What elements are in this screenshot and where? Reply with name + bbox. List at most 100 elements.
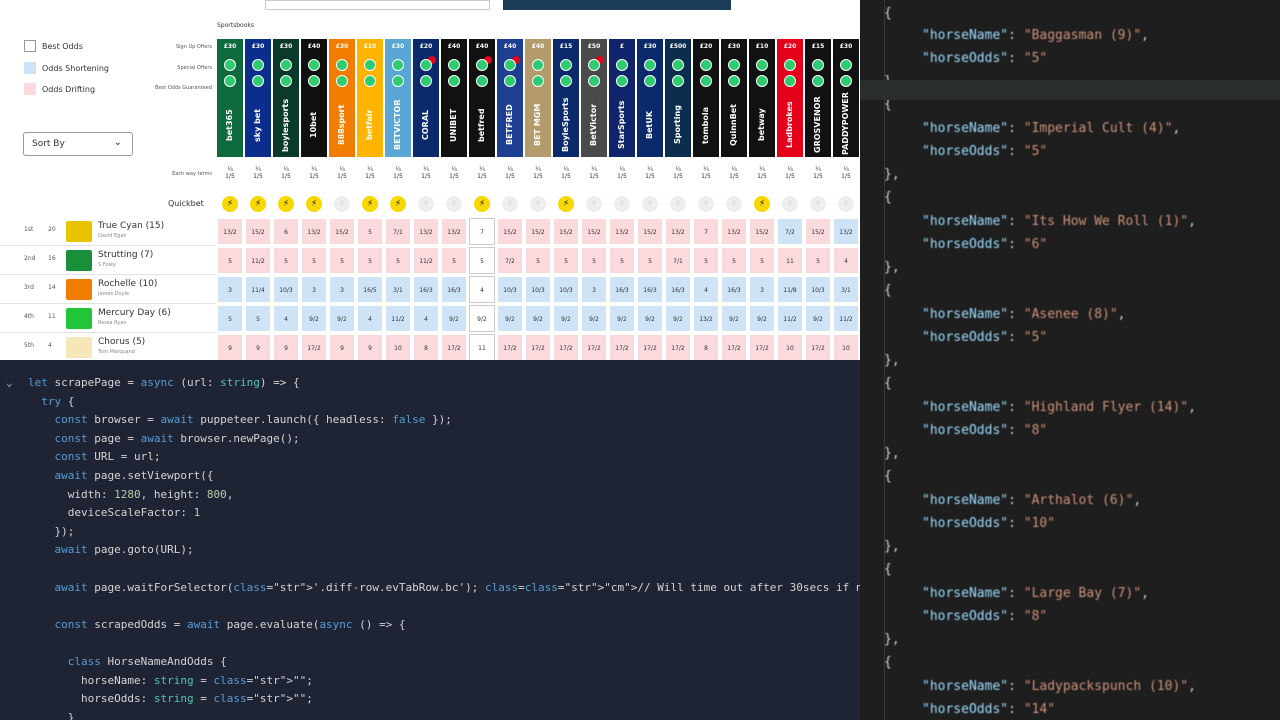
odds-cell[interactable]: 5 — [329, 247, 355, 274]
quickbet-bolt-icon[interactable]: ⚡ — [558, 196, 574, 212]
odds-cell[interactable]: 17/2 — [609, 334, 635, 360]
odds-cell[interactable]: 5 — [301, 247, 327, 274]
bookmaker-column[interactable]: £40 betfred — [469, 39, 495, 157]
odds-cell[interactable]: 5 — [805, 247, 831, 274]
odds-cell[interactable]: 5 — [441, 247, 467, 274]
odds-cell[interactable]: 11/4 — [245, 276, 271, 303]
quickbet-bolt-icon[interactable]: ⚡ — [698, 196, 714, 212]
odds-cell[interactable]: 8 — [693, 334, 719, 360]
odds-cell[interactable]: 9/2 — [805, 305, 831, 332]
odds-cell[interactable]: 13/2 — [833, 218, 859, 245]
runner-row[interactable]: 5th 4 Chorus (5) Tom Marquand — [0, 333, 215, 360]
odds-cell[interactable]: 9/2 — [329, 305, 355, 332]
quickbet-bolt-icon[interactable]: ⚡ — [530, 196, 546, 212]
odds-cell[interactable]: 11/2 — [245, 247, 271, 274]
odds-cell[interactable]: 10 — [833, 334, 859, 360]
code-editor[interactable]: let scrapePage = async (url: string) => … — [0, 360, 860, 720]
signup-offer-price[interactable]: £15 — [553, 39, 579, 55]
odds-cell[interactable]: 10/3 — [525, 276, 551, 303]
quickbet-bolt-icon[interactable]: ⚡ — [250, 196, 266, 212]
runner-row[interactable]: 2nd 16 Strutting (7) S Foley — [0, 246, 215, 275]
signup-offer-price[interactable]: £10 — [357, 39, 383, 55]
bookmaker-column[interactable]: £10 betfair — [357, 39, 383, 157]
top-tab-right[interactable] — [503, 0, 731, 10]
bookmaker-column[interactable]: £30 bet365 — [217, 39, 243, 157]
odds-cell[interactable]: 13/2 — [413, 218, 439, 245]
odds-cell[interactable]: 17/2 — [581, 334, 607, 360]
odds-cell[interactable]: 7/1 — [385, 218, 411, 245]
odds-cell[interactable]: 5 — [469, 247, 495, 274]
runner-name[interactable]: Chorus (5) — [98, 337, 145, 347]
bookmaker-column[interactable]: £20 CORAL — [413, 39, 439, 157]
odds-cell[interactable]: 3 — [301, 276, 327, 303]
signup-offer-price[interactable]: £30 — [637, 39, 663, 55]
signup-offer-price[interactable]: £30 — [217, 39, 243, 55]
bookmaker-column[interactable]: £30 888sport — [329, 39, 355, 157]
bookmaker-column[interactable]: £ StarSports — [609, 39, 635, 157]
odds-cell[interactable]: 10 — [385, 334, 411, 360]
odds-cell[interactable]: 5 — [637, 247, 663, 274]
odds-cell[interactable]: 15/2 — [581, 218, 607, 245]
bookmaker-column[interactable]: £30 boylesports — [273, 39, 299, 157]
odds-cell[interactable]: 15/2 — [329, 218, 355, 245]
bookmaker-column[interactable]: £30 BETVICTOR — [385, 39, 411, 157]
odds-cell[interactable]: 7 — [469, 218, 495, 245]
odds-cell[interactable]: 17/2 — [637, 334, 663, 360]
odds-cell[interactable]: 4 — [833, 247, 859, 274]
odds-cell[interactable]: 4 — [273, 305, 299, 332]
odds-cell[interactable]: 13/2 — [217, 218, 243, 245]
odds-cell[interactable]: 3/1 — [385, 276, 411, 303]
odds-cell[interactable]: 13/2 — [301, 218, 327, 245]
quickbet-bolt-icon[interactable]: ⚡ — [754, 196, 770, 212]
odds-cell[interactable]: 11/2 — [413, 247, 439, 274]
odds-cell[interactable]: 15/2 — [553, 218, 579, 245]
odds-cell[interactable]: 5 — [693, 247, 719, 274]
quickbet-bolt-icon[interactable]: ⚡ — [474, 196, 490, 212]
odds-cell[interactable]: 5 — [553, 247, 579, 274]
json-output-panel[interactable]: {"horseName": "Baggasman (9)", "horseOdds… — [860, 0, 1280, 720]
odds-cell[interactable]: 11/8 — [777, 276, 803, 303]
odds-cell[interactable]: 9 — [329, 334, 355, 360]
quickbet-bolt-icon[interactable]: ⚡ — [222, 196, 238, 212]
quickbet-bolt-icon[interactable]: ⚡ — [810, 196, 826, 212]
signup-offer-price[interactable]: £30 — [273, 39, 299, 55]
odds-cell[interactable]: 9/2 — [469, 305, 495, 332]
odds-cell[interactable]: 13/2 — [721, 218, 747, 245]
signup-offer-price[interactable]: £50 — [581, 39, 607, 55]
bookmaker-column[interactable]: £30 PADDYPOWER — [833, 39, 859, 157]
odds-cell[interactable]: 5 — [273, 247, 299, 274]
signup-offer-price[interactable]: £500 — [665, 39, 691, 55]
odds-cell[interactable]: 4 — [413, 305, 439, 332]
odds-cell[interactable]: 9/2 — [609, 305, 635, 332]
odds-cell[interactable]: 11/2 — [777, 305, 803, 332]
odds-cell[interactable]: 16/3 — [609, 276, 635, 303]
fold-chevron-icon[interactable]: ⌄ — [6, 374, 13, 392]
odds-cell[interactable]: 10/3 — [805, 276, 831, 303]
odds-cell[interactable]: 11 — [469, 334, 495, 360]
odds-cell[interactable]: 16/3 — [637, 276, 663, 303]
signup-offer-price[interactable]: £30 — [245, 39, 271, 55]
odds-cell[interactable]: 4 — [693, 276, 719, 303]
odds-cell[interactable]: 10 — [777, 334, 803, 360]
bookmaker-column[interactable]: £40 UNIBET — [441, 39, 467, 157]
quickbet-bolt-icon[interactable]: ⚡ — [642, 196, 658, 212]
odds-cell[interactable]: 10/3 — [497, 276, 523, 303]
odds-cell[interactable]: 13/2 — [609, 218, 635, 245]
signup-offer-price[interactable]: £40 — [497, 39, 523, 55]
quickbet-bolt-icon[interactable]: ⚡ — [614, 196, 630, 212]
bookmaker-column[interactable]: £15 GROSVENOR — [805, 39, 831, 157]
bookmaker-column[interactable]: £40 10bet — [301, 39, 327, 157]
quickbet-bolt-icon[interactable]: ⚡ — [838, 196, 854, 212]
odds-cell[interactable]: 5 — [581, 247, 607, 274]
odds-cell[interactable]: 4 — [469, 276, 495, 303]
odds-cell[interactable]: 6 — [273, 218, 299, 245]
odds-cell[interactable]: 9 — [273, 334, 299, 360]
quickbet-bolt-icon[interactable]: ⚡ — [278, 196, 294, 212]
odds-cell[interactable]: 3 — [329, 276, 355, 303]
signup-offer-price[interactable]: £40 — [301, 39, 327, 55]
odds-cell[interactable]: 7/2 — [497, 247, 523, 274]
odds-cell[interactable]: 15/2 — [749, 218, 775, 245]
bookmaker-column[interactable]: £40 BET MGM — [525, 39, 551, 157]
odds-cell[interactable]: 16/3 — [441, 276, 467, 303]
signup-offer-price[interactable]: £ — [609, 39, 635, 55]
